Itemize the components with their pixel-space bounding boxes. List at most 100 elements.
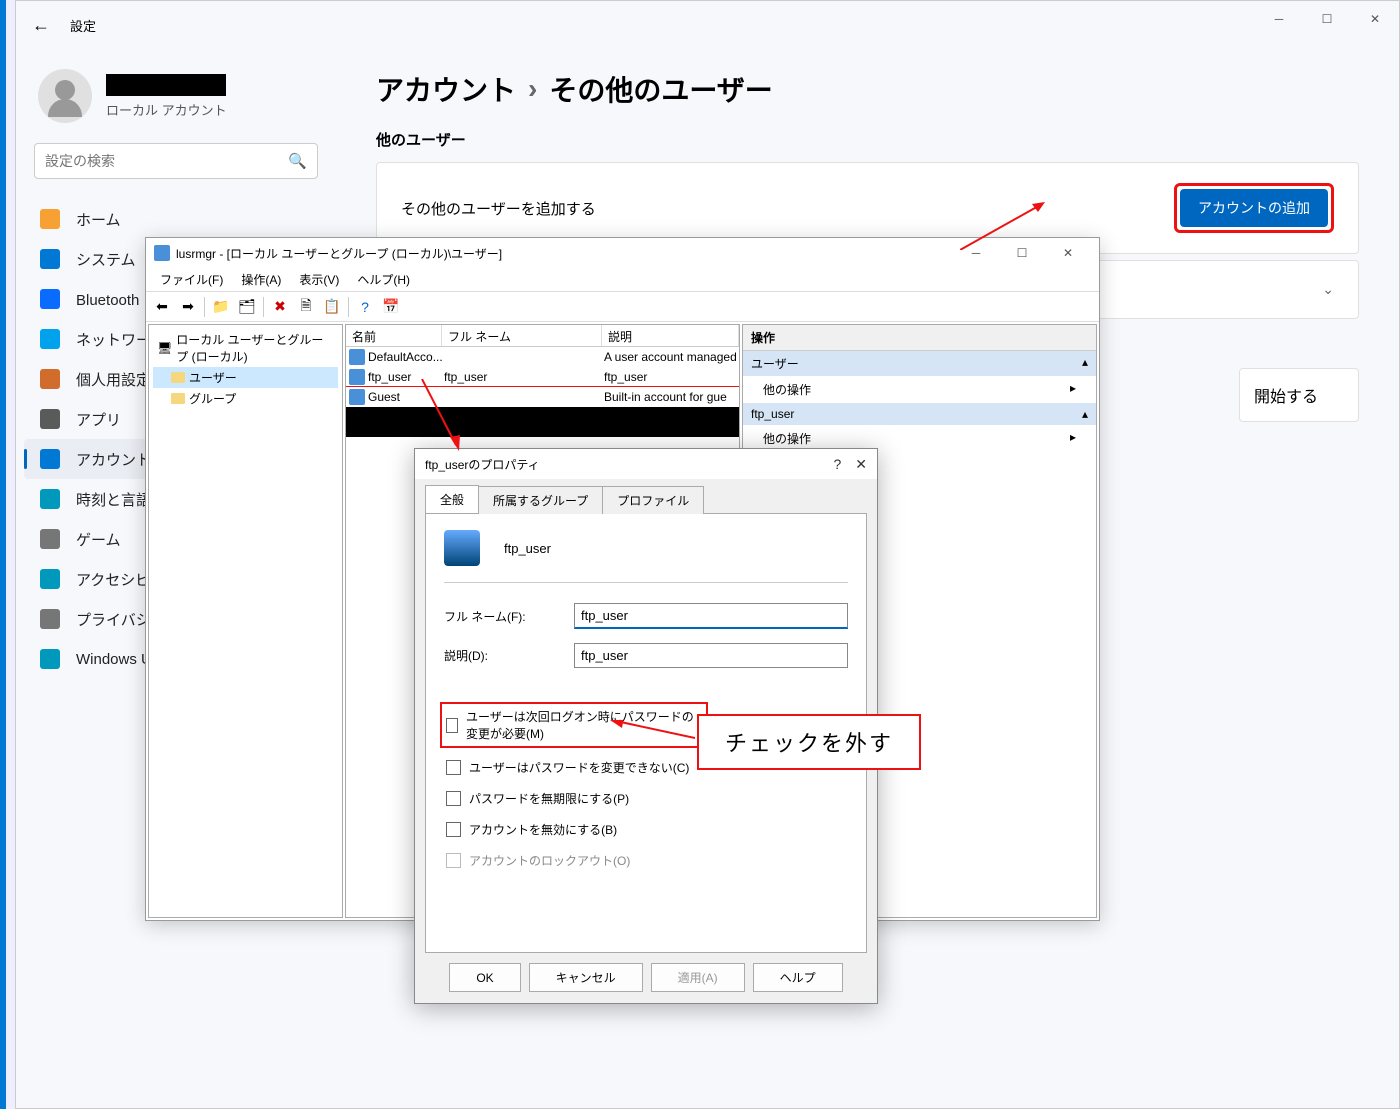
check-lockout: アカウントのロックアウト(O) — [444, 849, 848, 872]
user-name-redacted — [106, 74, 226, 96]
nav-item-home[interactable]: ホーム — [24, 199, 328, 239]
export-icon[interactable]: 📋 — [320, 295, 344, 319]
props-titlebar: ftp_userのプロパティ ? ✕ — [415, 449, 877, 479]
props-icon[interactable]: 🗂 — [235, 295, 259, 319]
account-icon — [40, 449, 60, 469]
card-text: その他のユーザーを追加する — [401, 198, 596, 219]
tab-profile[interactable]: プロファイル — [602, 486, 704, 514]
breadcrumb: アカウント › その他のユーザー — [376, 69, 1359, 109]
back-icon[interactable]: ⬅ — [150, 295, 174, 319]
tree-users[interactable]: ユーザー — [153, 367, 338, 388]
apply-button[interactable]: 適用(A) — [651, 963, 745, 992]
ok-button[interactable]: OK — [449, 963, 520, 992]
checkbox[interactable] — [446, 822, 461, 837]
desc-input[interactable] — [574, 643, 848, 668]
toolbar: ⬅ ➡ 📁 🗂 ✖ 🗎 📋 ? 📅 — [146, 292, 1099, 322]
tab-groups[interactable]: 所属するグループ — [478, 486, 603, 514]
user-icon — [349, 389, 365, 405]
checkbox[interactable] — [446, 791, 461, 806]
app-icon — [154, 245, 170, 261]
menu-file[interactable]: ファイル(F) — [152, 269, 231, 290]
access-icon — [40, 569, 60, 589]
user-block[interactable]: ローカル アカウント — [24, 63, 328, 143]
signin-text: 開始する — [1254, 383, 1318, 407]
close-icon[interactable]: ✕ — [855, 456, 867, 473]
nav-label: 個人用設定 — [76, 369, 151, 390]
time-icon — [40, 489, 60, 509]
view-icon[interactable]: 📅 — [379, 295, 403, 319]
check-disabled[interactable]: アカウントを無効にする(B) — [444, 818, 848, 841]
action-more-1[interactable]: 他の操作▸ — [743, 376, 1096, 403]
breadcrumb-a[interactable]: アカウント — [376, 69, 516, 109]
help-icon[interactable]: ? — [353, 295, 377, 319]
help-icon[interactable]: ? — [833, 456, 841, 473]
search-icon: 🔍 — [288, 152, 307, 170]
tree-root[interactable]: 🖥ローカル ユーザーとグループ (ローカル) — [153, 329, 338, 367]
lusrmgr-title: lusrmgr - [ローカル ユーザーとグループ (ローカル)\ユーザー] — [176, 245, 502, 262]
search-input[interactable] — [45, 153, 288, 169]
checkbox[interactable] — [446, 760, 461, 775]
redacted-row — [346, 407, 739, 437]
action-ftp[interactable]: ftp_user▴ — [743, 403, 1096, 425]
refresh-icon[interactable]: 🗎 — [294, 295, 318, 319]
help-button[interactable]: ヘルプ — [753, 963, 843, 992]
nav-label: アプリ — [76, 409, 121, 430]
check-never-expires[interactable]: パスワードを無期限にする(P) — [444, 787, 848, 810]
arrow-icon: ▸ — [1070, 381, 1076, 398]
system-icon — [40, 249, 60, 269]
menu-view[interactable]: 表示(V) — [291, 269, 347, 290]
signin-card[interactable]: 開始する — [1239, 368, 1359, 422]
list-row[interactable]: ftp_userftp_userftp_user — [346, 367, 739, 387]
tab-general[interactable]: 全般 — [425, 485, 479, 513]
annotation-arrow — [960, 200, 1050, 250]
nav-label: システム — [76, 249, 136, 270]
annotation-callout: チェックを外す — [697, 714, 921, 770]
forward-icon[interactable]: ➡ — [176, 295, 200, 319]
col-name[interactable]: 名前 — [346, 325, 442, 346]
checkbox[interactable] — [446, 718, 458, 733]
action-users[interactable]: ユーザー▴ — [743, 351, 1096, 376]
nav-label: Windows U — [76, 651, 152, 668]
fullname-input[interactable] — [574, 603, 848, 629]
col-fullname[interactable]: フル ネーム — [442, 325, 602, 346]
desc-label: 説明(D): — [444, 647, 574, 664]
breadcrumb-b: その他のユーザー — [549, 69, 772, 109]
nav-label: ゲーム — [76, 529, 121, 550]
avatar — [38, 69, 92, 123]
menu-action[interactable]: 操作(A) — [233, 269, 289, 290]
up-icon[interactable]: 📁 — [209, 295, 233, 319]
list-row[interactable]: DefaultAcco...A user account managed — [346, 347, 739, 367]
search-box[interactable]: 🔍 — [34, 143, 318, 179]
menu-help[interactable]: ヘルプ(H) — [349, 269, 418, 290]
chevron-right-icon: › — [528, 73, 537, 105]
col-desc[interactable]: 説明 — [602, 325, 739, 346]
user-sub: ローカル アカウント — [106, 100, 227, 119]
titlebar: ← 設定 ─ ☐ ✕ — [16, 1, 1399, 49]
home-icon — [40, 209, 60, 229]
menubar: ファイル(F) 操作(A) 表示(V) ヘルプ(H) — [146, 268, 1099, 292]
dialog-buttons: OK キャンセル 適用(A) ヘルプ — [415, 953, 877, 1002]
nav-label: アカウント — [76, 449, 151, 470]
chevron-down-icon: ⌄ — [1322, 281, 1334, 298]
folder-icon: 🖥 — [157, 341, 172, 355]
back-button[interactable]: ← — [26, 15, 56, 36]
arrow-icon: ▸ — [1070, 430, 1076, 447]
collapse-icon: ▴ — [1082, 407, 1088, 421]
game-icon — [40, 529, 60, 549]
section-label: 他のユーザー — [376, 129, 1359, 150]
list-row[interactable]: GuestBuilt-in account for gue — [346, 387, 739, 407]
delete-icon[interactable]: ✖ — [268, 295, 292, 319]
user-icon — [349, 349, 365, 365]
user-icon — [349, 369, 365, 385]
maximize-button[interactable]: ☐ — [1303, 1, 1351, 37]
tree-groups[interactable]: グループ — [153, 388, 338, 409]
network-icon — [40, 329, 60, 349]
close-button[interactable]: ✕ — [1045, 239, 1091, 267]
add-account-button[interactable]: アカウントの追加 — [1180, 189, 1328, 227]
minimize-button[interactable]: ─ — [1255, 1, 1303, 37]
close-button[interactable]: ✕ — [1351, 1, 1399, 37]
folder-icon — [171, 393, 185, 404]
annotation-highlight: アカウントの追加 — [1174, 183, 1334, 233]
cancel-button[interactable]: キャンセル — [529, 963, 643, 992]
desktop-edge — [0, 0, 15, 1109]
